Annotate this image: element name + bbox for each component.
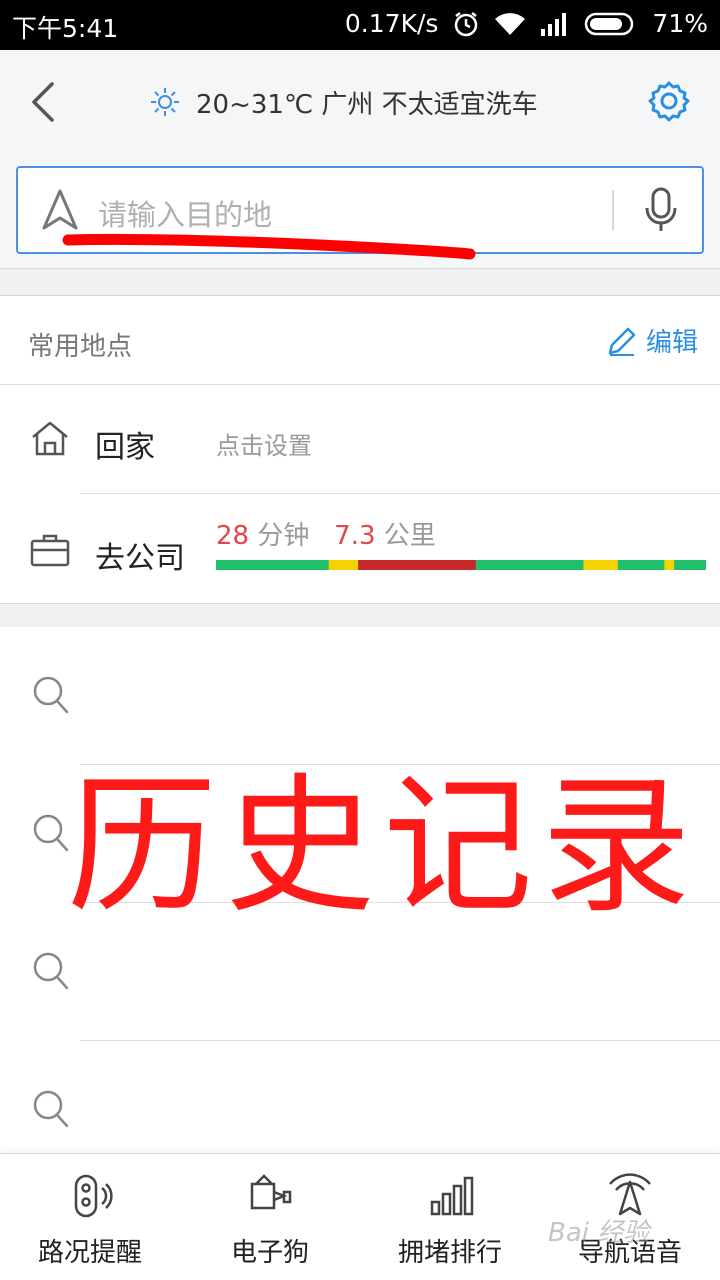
home-hint: 点击设置: [216, 432, 312, 460]
edit-label: 编辑: [645, 328, 698, 358]
battery-icon: [585, 12, 634, 35]
battery-level: 71%: [652, 9, 708, 38]
pencil-icon: [608, 327, 636, 356]
work-row[interactable]: 去公司 28 分钟 7.3 公里: [0, 495, 720, 603]
home-row[interactable]: 回家 点击设置: [0, 386, 720, 494]
tab-traffic-alert[interactable]: 路况提醒: [0, 1154, 180, 1280]
section-gap: [0, 603, 720, 627]
search-divider: [612, 190, 614, 230]
eta-distance-unit: 公里: [383, 521, 436, 551]
nav-voice-icon: [609, 1173, 651, 1216]
frequent-places-title: 常用地点: [28, 332, 133, 362]
status-bar: 下午5:41 0.17K/s 71%: [0, 0, 720, 50]
weather-info: 20~31℃ 广州 不太适宜洗车: [150, 80, 538, 124]
net-speed: 0.17K/s: [344, 9, 439, 38]
search-input[interactable]: 请输入目的地: [98, 192, 272, 234]
wifi-icon: [495, 12, 526, 35]
work-eta: 28 分钟 7.3 公里: [216, 515, 436, 552]
alarm-icon: [455, 11, 478, 36]
traffic-segment-slow: [664, 560, 675, 570]
traffic-segment-clear: [674, 560, 706, 570]
camera-dog-icon: [250, 1174, 292, 1210]
history-row[interactable]: [0, 627, 720, 765]
tab-congestion-rank[interactable]: 拥堵排行: [360, 1154, 540, 1280]
eta-distance: 7.3: [334, 521, 376, 551]
traffic-segment-slow: [583, 560, 619, 570]
search-icon: [33, 1090, 69, 1128]
redacted-text: [78, 1098, 468, 1142]
bar-chart-icon: [430, 1176, 474, 1216]
eta-time: 28: [216, 521, 250, 551]
microphone-icon[interactable]: [644, 186, 678, 234]
home-icon: [32, 421, 68, 456]
home-label: 回家: [95, 430, 155, 465]
status-right: 0.17K/s 71%: [345, 9, 708, 38]
top-header: 20~31℃ 广州 不太适宜洗车 请输入目的地: [0, 50, 720, 268]
tab-label: 拥堵排行: [397, 1238, 502, 1268]
tab-label: 路况提醒: [37, 1238, 142, 1268]
sun-icon: [151, 88, 179, 116]
history-annotation: 历史记录: [66, 760, 699, 934]
navigation-arrow-icon: [42, 189, 78, 230]
traffic-segment-clear: [216, 560, 330, 570]
traffic-bar: [216, 560, 706, 570]
tab-nav-voice[interactable]: 导航语音: [540, 1154, 720, 1280]
gear-icon[interactable]: [648, 80, 690, 122]
signal-icon: [541, 12, 567, 36]
traffic-alert-icon: [74, 1174, 113, 1218]
bottom-tab-bar: 路况提醒 电子狗 拥堵排行 导航语音: [0, 1153, 720, 1280]
search-icon: [33, 676, 69, 714]
divider: [0, 384, 720, 385]
traffic-segment-clear: [617, 560, 665, 570]
briefcase-icon: [30, 534, 70, 567]
back-icon[interactable]: [22, 78, 66, 126]
traffic-segment-slow: [328, 560, 359, 570]
traffic-segment-jam: [358, 560, 477, 570]
divider: [80, 493, 720, 494]
work-label: 去公司: [95, 541, 185, 576]
tab-label: 导航语音: [577, 1238, 682, 1268]
edit-button[interactable]: 编辑: [606, 322, 698, 359]
section-gap: [0, 268, 720, 296]
tab-label: 电子狗: [230, 1238, 309, 1268]
weather-text: 20~31℃ 广州 不太适宜洗车: [196, 89, 538, 120]
search-icon: [33, 952, 69, 990]
tab-camera-dog[interactable]: 电子狗: [180, 1154, 360, 1280]
eta-time-unit: 分钟: [257, 521, 310, 551]
traffic-segment-clear: [475, 560, 584, 570]
destination-search[interactable]: 请输入目的地: [16, 166, 704, 254]
status-time: 下午5:41: [12, 14, 119, 43]
